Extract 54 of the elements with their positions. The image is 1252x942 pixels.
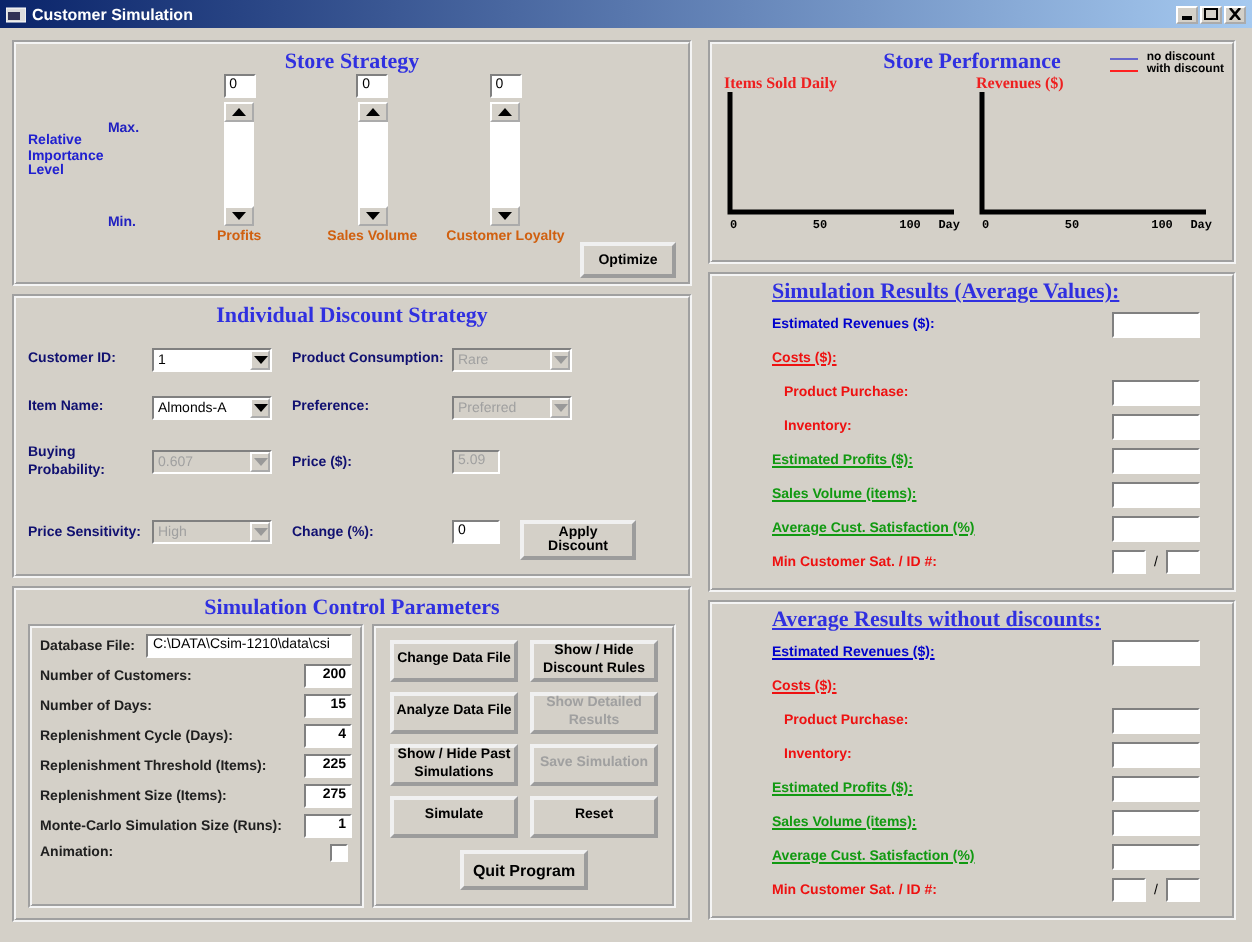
result-field xyxy=(1112,447,1200,473)
chart-title: Revenues ($) xyxy=(976,74,1066,92)
panel-title: Simulation Results (Average Values): xyxy=(772,280,1122,304)
scroll-up-button[interactable] xyxy=(490,102,521,122)
dropdown-arrow-icon xyxy=(550,350,570,370)
down-arrow-icon xyxy=(232,212,247,220)
result-field xyxy=(1165,550,1200,574)
panel-title: Store Strategy xyxy=(282,50,422,74)
scroll-down-button[interactable] xyxy=(357,206,388,226)
result-field xyxy=(1112,311,1200,337)
result-field xyxy=(1112,481,1200,507)
close-icon xyxy=(1228,8,1242,20)
panel-title: Store Performance xyxy=(883,50,1061,74)
result-field xyxy=(1112,707,1200,733)
scroll-down-button[interactable] xyxy=(224,206,255,226)
window-title: Customer Simulation xyxy=(32,5,195,23)
result-field xyxy=(1112,843,1200,869)
checkbox[interactable] xyxy=(330,844,348,862)
vertical-slider[interactable] xyxy=(357,102,388,226)
up-arrow-icon xyxy=(498,108,513,116)
result-field xyxy=(1112,379,1200,405)
chart-title: Items Sold Daily xyxy=(724,74,839,92)
up-arrow-icon xyxy=(232,108,247,116)
dropdown-arrow-icon xyxy=(550,398,570,418)
dropdown-arrow-icon xyxy=(250,522,270,543)
close-button[interactable] xyxy=(1224,5,1246,23)
result-field xyxy=(1112,550,1147,574)
minimize-button[interactable] xyxy=(1176,5,1198,23)
vertical-slider[interactable] xyxy=(490,102,521,226)
vertical-slider[interactable] xyxy=(224,102,255,226)
result-field xyxy=(1112,809,1200,835)
result-field xyxy=(1112,775,1200,801)
quit-program-button[interactable]: Quit Program xyxy=(460,850,588,890)
app-icon xyxy=(6,5,26,23)
down-arrow-icon xyxy=(365,212,380,220)
result-field xyxy=(1112,741,1200,767)
result-field xyxy=(1112,878,1147,902)
dropdown-arrow-icon xyxy=(250,452,270,473)
maximize-icon xyxy=(1204,8,1218,20)
scroll-up-button[interactable] xyxy=(224,102,255,122)
dropdown-arrow-icon xyxy=(250,350,270,370)
result-field xyxy=(1112,515,1200,541)
result-field xyxy=(1112,413,1200,439)
up-arrow-icon xyxy=(365,108,380,116)
scroll-down-button[interactable] xyxy=(490,206,521,226)
result-field xyxy=(1165,878,1200,902)
panel-title: Average Results without discounts: xyxy=(772,608,1103,632)
panel-title: Individual Discount Strategy xyxy=(214,304,490,328)
result-field xyxy=(1112,639,1200,665)
scroll-up-button[interactable] xyxy=(357,102,388,122)
dropdown-arrow-icon xyxy=(250,398,270,418)
down-arrow-icon xyxy=(498,212,513,220)
panel-title: Simulation Control Parameters xyxy=(202,596,502,620)
maximize-button[interactable] xyxy=(1200,5,1222,23)
